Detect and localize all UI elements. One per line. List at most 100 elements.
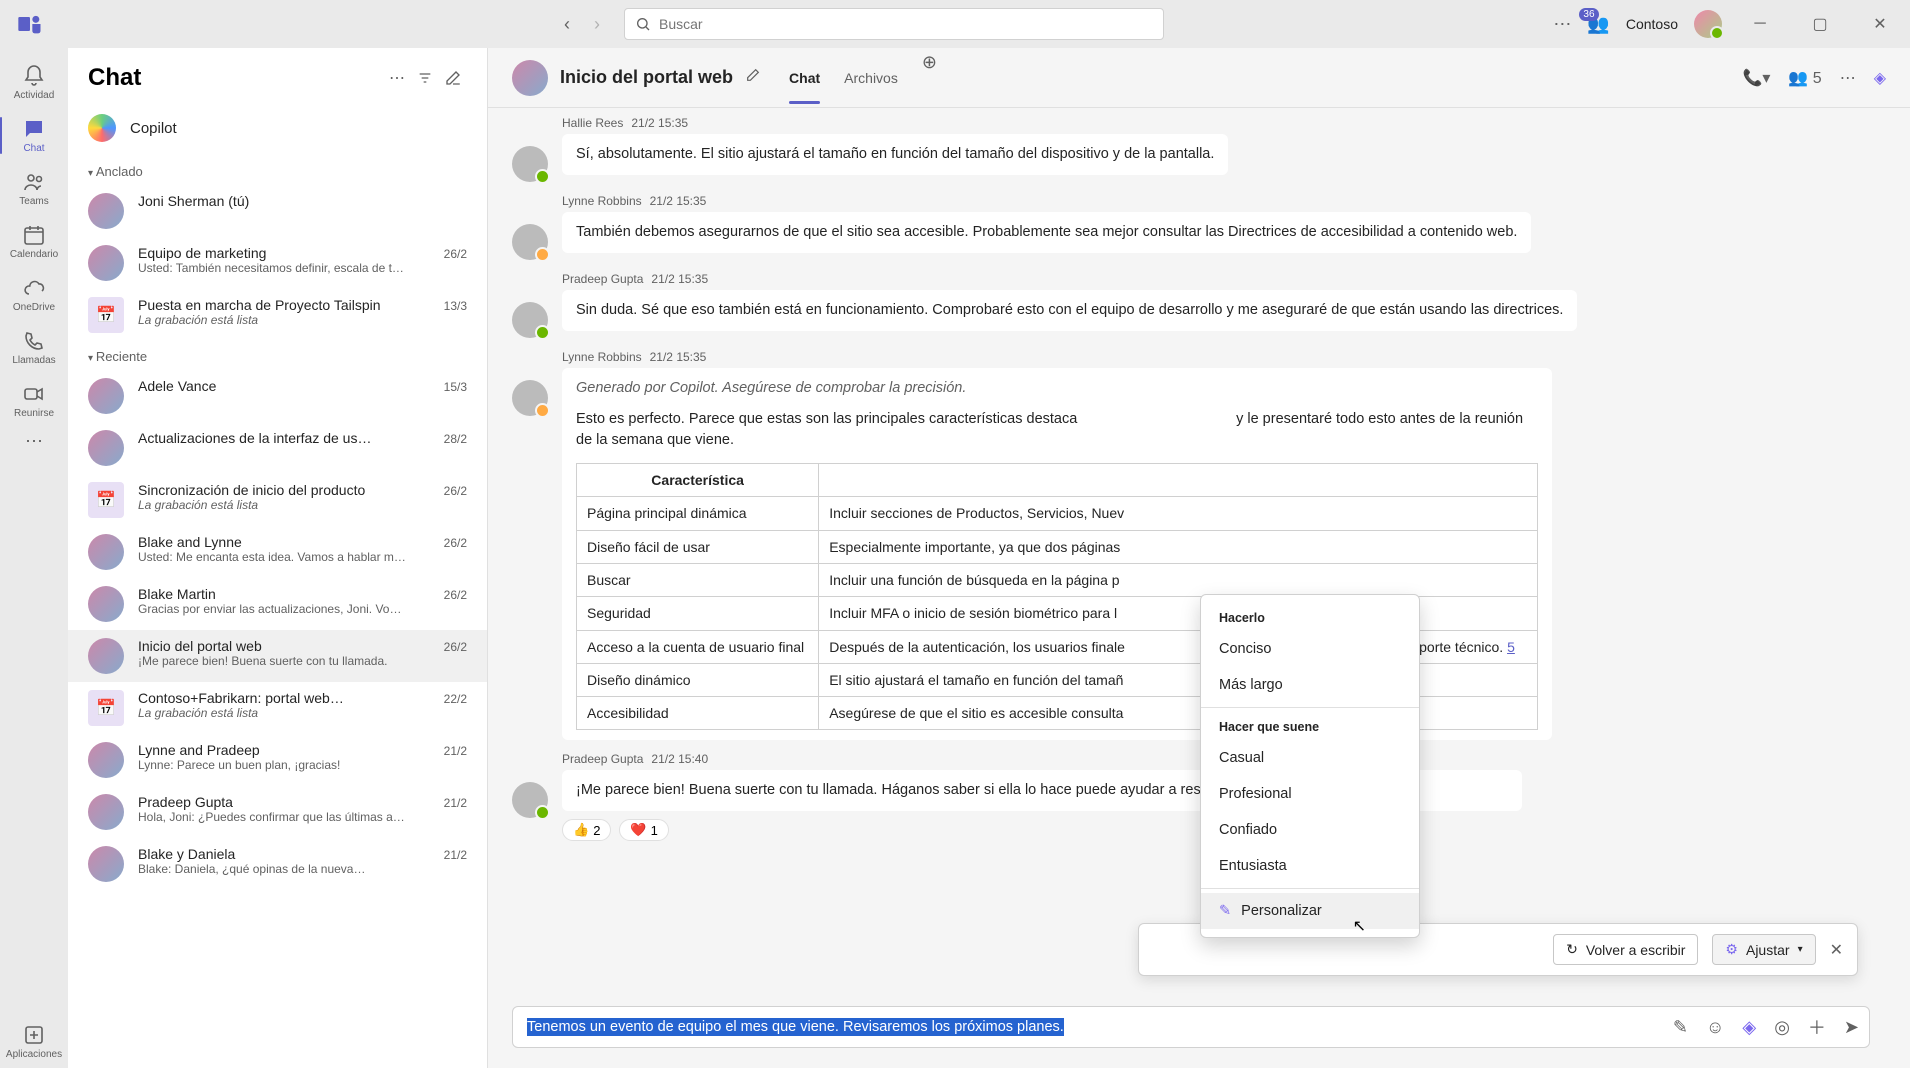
close-button[interactable]: ✕ xyxy=(1858,8,1902,40)
search-bar[interactable] xyxy=(624,8,1164,40)
chat-date: 26/2 xyxy=(444,247,467,261)
chat-preview: Gracias por enviar las actualizaciones, … xyxy=(138,602,467,616)
adjust-confident[interactable]: Confiado xyxy=(1201,812,1419,848)
chat-list-item[interactable]: 📅 Puesta en marcha de Proyecto Tailspin 13… xyxy=(68,289,487,341)
chatlist-title: Chat xyxy=(88,64,383,92)
loop-button[interactable]: ◎ xyxy=(1774,1017,1790,1038)
chat-title: Sincronización de inicio del producto xyxy=(138,482,436,498)
new-chat-button[interactable] xyxy=(439,64,467,92)
add-tab-button[interactable]: ⊕ xyxy=(922,52,937,104)
chat-list-item[interactable]: Adele Vance15/3 xyxy=(68,370,487,422)
rail-more[interactable]: ⋯ xyxy=(0,427,68,456)
adjust-professional[interactable]: Profesional xyxy=(1201,776,1419,812)
message-avatar[interactable] xyxy=(512,782,548,818)
minimize-button[interactable]: ─ xyxy=(1738,8,1782,40)
message: Lynne Robbins21/2 15:35También debemos a… xyxy=(512,194,1870,260)
search-icon xyxy=(635,16,651,32)
message-avatar[interactable] xyxy=(512,380,548,416)
rail-apps[interactable]: Aplicaciones xyxy=(0,1015,68,1068)
compose-area: Tenemos un evento de equipo el mes que v… xyxy=(488,994,1910,1068)
message-bubble: Sin duda. Sé que eso también está en fun… xyxy=(562,290,1577,331)
maximize-button[interactable]: ▢ xyxy=(1798,8,1842,40)
adjust-enthusiastic[interactable]: Entusiasta xyxy=(1201,848,1419,884)
chat-list-item[interactable]: Blake Martin26/2Gracias por enviar las a… xyxy=(68,578,487,630)
adjust-section-action: Hacerlo xyxy=(1201,603,1419,631)
chat-avatar xyxy=(88,846,124,882)
chat-list-item[interactable]: 📅Sincronización de inicio del producto26… xyxy=(68,474,487,526)
profile-avatar[interactable] xyxy=(1694,10,1722,38)
chat-avatar: 📅 xyxy=(88,297,124,333)
message-avatar[interactable] xyxy=(512,224,548,260)
rail-chat[interactable]: Chat xyxy=(0,109,68,162)
send-button[interactable]: ➤ xyxy=(1844,1017,1859,1038)
rewrite-close[interactable]: ✕ xyxy=(1830,940,1843,960)
chat-list-item[interactable]: Equipo de marketing26/2Usted: También ne… xyxy=(68,237,487,289)
copilot-pane-button[interactable]: ◈ xyxy=(1874,68,1886,88)
adjust-button[interactable]: ⚙ Ajustar ▾ xyxy=(1712,934,1815,965)
chat-list-item[interactable]: 📅Contoso+Fabrikarn: portal web…22/2La gr… xyxy=(68,682,487,734)
chatlist-filter[interactable] xyxy=(411,64,439,92)
reaction[interactable]: 👍2 xyxy=(562,819,611,841)
adjust-casual[interactable]: Casual xyxy=(1201,740,1419,776)
citation-link[interactable]: 5 xyxy=(1507,639,1515,655)
rail-calls[interactable]: Llamadas xyxy=(0,321,68,374)
apps-icon xyxy=(22,1023,46,1047)
section-pinned[interactable]: Anclado xyxy=(68,156,487,185)
edit-title-button[interactable] xyxy=(745,67,761,88)
chat-list-item[interactable]: Blake y Daniela21/2Blake: Daniela, ¿qué … xyxy=(68,838,487,890)
format-button[interactable]: ✎ xyxy=(1673,1017,1688,1038)
rail-meet[interactable]: Reunirse xyxy=(0,374,68,427)
phone-icon xyxy=(22,329,46,353)
copilot-compose-button[interactable]: ◈ xyxy=(1742,1017,1756,1038)
tab-files[interactable]: Archivos xyxy=(844,52,898,104)
table-row: BuscarIncluir una función de búsqueda en… xyxy=(577,563,1538,596)
chat-preview: Usted: Me encanta esta idea. Vamos a hab… xyxy=(138,550,467,564)
section-recent[interactable]: Reciente xyxy=(68,341,487,370)
pencil-icon xyxy=(745,67,761,83)
chatlist-more[interactable]: ⋯ xyxy=(383,64,411,92)
chat-list-item[interactable]: Joni Sherman (tú) xyxy=(68,185,487,237)
chat-avatar xyxy=(88,586,124,622)
cloud-icon xyxy=(22,276,46,300)
chat-date: 13/3 xyxy=(444,299,467,313)
emoji-button[interactable]: ☺ xyxy=(1706,1017,1724,1038)
tab-chat[interactable]: Chat xyxy=(789,52,820,104)
message-avatar[interactable] xyxy=(512,146,548,182)
rail-onedrive[interactable]: OneDrive xyxy=(0,268,68,321)
search-input[interactable] xyxy=(659,16,1153,32)
conv-more[interactable]: ⋯ xyxy=(1840,68,1856,88)
chat-list-item[interactable]: Blake and Lynne26/2Usted: Me encanta est… xyxy=(68,526,487,578)
chat-title: Actualizaciones de la interfaz de us… xyxy=(138,430,436,446)
conversation-avatar[interactable] xyxy=(512,60,548,96)
rewrite-button[interactable]: ↻ Volver a escribir xyxy=(1553,934,1698,965)
conversation-body[interactable]: Hallie Rees21/2 15:35Sí, absolutamente. … xyxy=(488,108,1910,994)
copilot-entry[interactable]: Copilot xyxy=(68,104,487,156)
chat-title: Puesta en marcha de Proyecto Tailspin xyxy=(138,297,436,313)
attach-button[interactable]: ＋ xyxy=(1808,1014,1826,1040)
chat-avatar: 📅 xyxy=(88,690,124,726)
call-button[interactable]: 📞▾ xyxy=(1742,68,1770,88)
notifications-button[interactable]: 👥 36 xyxy=(1587,14,1609,35)
adjust-custom[interactable]: ✎ Personalizar xyxy=(1201,893,1419,929)
compose-box[interactable]: Tenemos un evento de equipo el mes que v… xyxy=(512,1006,1870,1048)
message-avatar[interactable] xyxy=(512,302,548,338)
forward-button[interactable]: › xyxy=(594,14,600,35)
rail-calendar[interactable]: Calendario xyxy=(0,215,68,268)
chat-list-item[interactable]: Lynne and Pradeep21/2Lynne: Parece un bu… xyxy=(68,734,487,786)
chat-avatar xyxy=(88,378,124,414)
chat-list-item[interactable]: Inicio del portal web26/2¡Me parece bien… xyxy=(68,630,487,682)
adjust-concise[interactable]: Conciso xyxy=(1201,631,1419,667)
chat-avatar xyxy=(88,193,124,229)
chat-list-item[interactable]: Actualizaciones de la interfaz de us…28/… xyxy=(68,422,487,474)
chat-list-item[interactable]: Pradeep Gupta21/2Hola, Joni: ¿Puedes con… xyxy=(68,786,487,838)
settings-ellipsis[interactable]: ⋯ xyxy=(1553,14,1571,35)
people-button[interactable]: 👥 5 xyxy=(1788,68,1821,88)
back-button[interactable]: ‹ xyxy=(564,14,570,35)
adjust-longer[interactable]: Más largo xyxy=(1201,667,1419,703)
reaction[interactable]: ❤️1 xyxy=(619,819,668,841)
compose-input[interactable]: Tenemos un evento de equipo el mes que v… xyxy=(523,1013,1665,1041)
chat-date: 26/2 xyxy=(444,536,467,550)
rail-teams[interactable]: Teams xyxy=(0,162,68,215)
chat-title: Adele Vance xyxy=(138,378,436,394)
rail-activity[interactable]: Actividad xyxy=(0,56,68,109)
